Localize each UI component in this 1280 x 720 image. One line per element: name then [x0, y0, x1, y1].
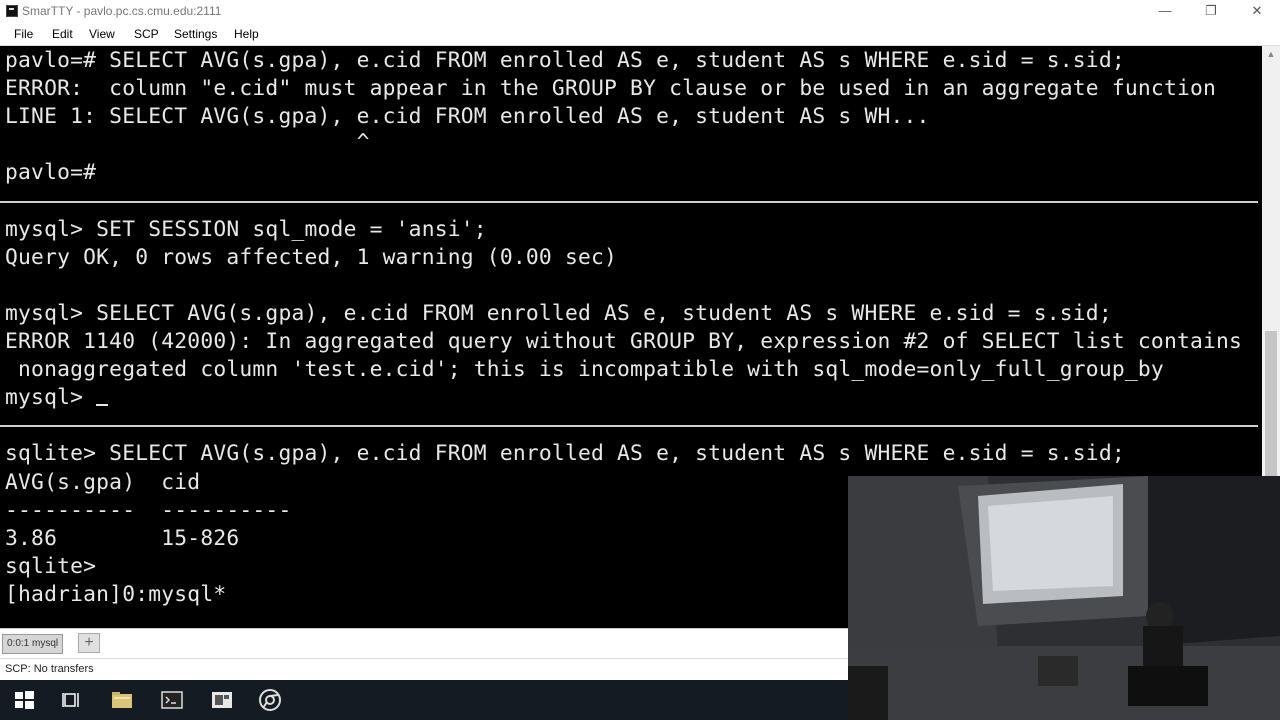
terminal-line: mysql> SET SESSION sql_mode = 'ansi';	[5, 217, 487, 242]
tab-mysql-session[interactable]: 0:0:1 mysql	[2, 634, 64, 654]
scp-status-text: SCP: No transfers	[5, 663, 94, 675]
menu-file[interactable]: File	[14, 27, 33, 41]
text-cursor	[96, 404, 109, 406]
lecture-video-overlay	[848, 476, 1280, 720]
terminal-line: AVG(s.gpa) cid	[5, 470, 201, 495]
terminal-line: ^	[5, 130, 370, 155]
chrome-icon[interactable]	[258, 688, 282, 712]
close-button[interactable]: ✕	[1234, 0, 1280, 24]
pane-divider	[0, 201, 1258, 203]
menu-help[interactable]: Help	[234, 27, 259, 41]
pane-divider	[0, 425, 1258, 427]
menu-view[interactable]: View	[89, 27, 115, 41]
terminal-prompt-line: mysql>	[5, 384, 109, 412]
terminal-icon[interactable]	[160, 688, 184, 712]
session-tab-bar: 0:0:1 mysql +	[0, 628, 848, 658]
terminal-line: 3.86 15-826	[5, 526, 240, 551]
window-title: SmarTTY - pavlo.pc.cs.cmu.edu:2111	[22, 4, 222, 18]
menu-scp[interactable]: SCP	[134, 27, 159, 41]
remote-desktop-icon[interactable]	[210, 688, 234, 712]
status-bar: SCP: No transfers	[0, 658, 848, 680]
terminal-line: ---------- ----------	[5, 498, 292, 523]
terminal-app-icon	[6, 5, 18, 17]
task-view-icon[interactable]	[60, 688, 84, 712]
menu-edit[interactable]: Edit	[52, 27, 73, 41]
terminal-line: ERROR: column "e.cid" must appear in the…	[5, 76, 1217, 101]
file-explorer-icon[interactable]	[110, 688, 134, 712]
terminal-line: sqlite> SELECT AVG(s.gpa), e.cid FROM en…	[5, 441, 1125, 466]
minimize-button[interactable]: —	[1142, 0, 1188, 24]
terminal-line: pavlo=# SELECT AVG(s.gpa), e.cid FROM en…	[5, 48, 1125, 73]
terminal-line: Query OK, 0 rows affected, 1 warning (0.…	[5, 245, 618, 270]
terminal-line: pavlo=#	[5, 160, 97, 185]
menu-settings[interactable]: Settings	[174, 27, 217, 41]
tmux-status-line: [hadrian]0:mysql*	[5, 582, 227, 607]
menu-bar: File Edit View SCP Settings Help	[0, 24, 1280, 46]
terminal-line: LINE 1: SELECT AVG(s.gpa), e.cid FROM en…	[5, 104, 930, 129]
title-bar: SmarTTY - pavlo.pc.cs.cmu.edu:2111 — ❐ ✕	[0, 0, 1280, 24]
terminal-line: nonaggregated column 'test.e.cid'; this …	[5, 357, 1164, 382]
scroll-up-arrow-icon[interactable]: ▲	[1262, 46, 1280, 62]
new-tab-button[interactable]: +	[78, 633, 100, 653]
terminal-line: ERROR 1140 (42000): In aggregated query …	[5, 329, 1243, 354]
terminal-line: mysql> SELECT AVG(s.gpa), e.cid FROM enr…	[5, 301, 1112, 326]
windows-start-icon[interactable]	[12, 688, 36, 712]
mysql-prompt: mysql>	[5, 385, 97, 410]
maximize-button[interactable]: ❐	[1188, 0, 1234, 24]
terminal-line: sqlite>	[5, 554, 97, 579]
